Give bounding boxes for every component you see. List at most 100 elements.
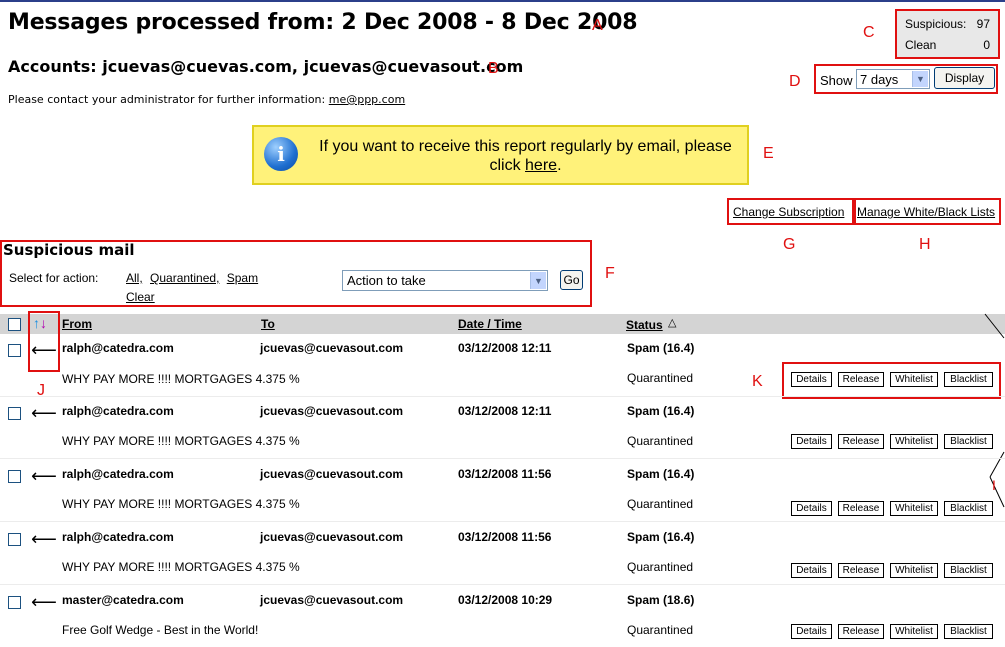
row-checkbox[interactable] [8,470,21,483]
row-datetime: 03/12/2008 11:56 [458,530,552,544]
display-button[interactable]: Display [934,67,995,89]
row-divider [0,458,1005,459]
go-button[interactable]: Go [560,270,583,290]
period-select[interactable]: 7 days ▼ [856,69,930,89]
row-divider [0,396,1005,397]
annotation-h: H [919,236,931,253]
annotation-f: F [605,265,615,282]
chevron-down-icon: ▼ [912,71,928,87]
blacklist-button[interactable]: Blacklist [944,434,993,449]
blacklist-button[interactable]: Blacklist [944,624,993,639]
action-select[interactable]: Action to take ▼ [342,270,548,291]
sort-ascending-icon: △ [668,317,677,329]
row-datetime: 03/12/2008 12:11 [458,341,552,355]
annotation-e: E [763,145,774,162]
release-button[interactable]: Release [838,624,884,639]
annotation-a: A [592,17,603,34]
row-status: Spam (16.4) [627,467,695,481]
whitelist-button[interactable]: Whitelist [890,624,938,639]
release-button[interactable]: Release [838,501,884,516]
row-status: Spam (18.6) [627,593,695,607]
annotation-g: G [783,236,796,253]
clean-count-row: Clean 0 [905,38,990,56]
row-from: ralph@catedra.com [62,530,174,544]
manage-lists-link[interactable]: Manage White/Black Lists [857,205,995,219]
subscription-info-box: i If you want to receive this report reg… [252,125,749,185]
row-checkbox[interactable] [8,533,21,546]
blacklist-button[interactable]: Blacklist [944,563,993,578]
top-border [0,0,1005,2]
release-button[interactable]: Release [838,434,884,449]
details-button[interactable]: Details [791,563,832,578]
row-divider [0,521,1005,522]
page-title: Messages processed from: 2 Dec 2008 - 8 … [8,10,638,35]
row-from: ralph@catedra.com [62,404,174,418]
column-header-status[interactable]: Status [626,318,663,332]
row-checkbox[interactable] [8,407,21,420]
annotation-d: D [789,73,801,90]
arrow-left-icon: ⟵ [31,592,57,613]
action-select-value: Action to take [347,273,426,288]
whitelist-button[interactable]: Whitelist [890,501,938,516]
select-spam-link[interactable]: Spam [227,271,258,285]
section-title: Suspicious mail [3,241,135,259]
row-subject: WHY PAY MORE !!!! MORTGAGES 4.375 % [62,372,300,386]
select-all-link[interactable]: All, [126,271,143,285]
row-state: Quarantined [627,434,694,448]
release-button[interactable]: Release [838,372,884,387]
column-header-from[interactable]: From [62,317,92,331]
contact-line: Please contact your administrator for fu… [8,93,405,106]
row-datetime: 03/12/2008 11:56 [458,467,552,481]
arrow-left-icon: ⟵ [31,466,57,487]
change-subscription-link[interactable]: Change Subscription [733,205,844,219]
details-button[interactable]: Details [791,624,832,639]
annotation-c: C [863,24,875,41]
arrow-left-icon: ⟵ [31,403,57,424]
clean-count-label: Clean [905,38,937,52]
row-status: Spam (16.4) [627,404,695,418]
whitelist-button[interactable]: Whitelist [890,434,938,449]
row-to: jcuevas@cuevasout.com [260,404,404,418]
row-datetime: 03/12/2008 12:11 [458,404,552,418]
period-select-value: 7 days [860,72,899,87]
whitelist-button[interactable]: Whitelist [890,563,938,578]
clear-selection-link[interactable]: Clear [126,290,155,304]
contact-email-link[interactable]: me@ppp.com [329,93,405,106]
row-from: master@catedra.com [62,593,184,607]
show-label: Show [820,73,853,88]
row-to: jcuevas@cuevasout.com [260,530,404,544]
details-button[interactable]: Details [791,434,832,449]
message-counts-panel: Suspicious: 97 Clean 0 [895,9,1000,59]
row-to: jcuevas@cuevasout.com [260,341,404,355]
release-button[interactable]: Release [838,563,884,578]
row-checkbox[interactable] [8,596,21,609]
blacklist-button[interactable]: Blacklist [944,501,993,516]
contact-text: Please contact your administrator for fu… [8,93,326,106]
suspicious-count-label: Suspicious: [905,17,967,31]
row-subject: Free Golf Wedge - Best in the World! [62,623,259,637]
info-here-link[interactable]: here [525,157,557,174]
row-state: Quarantined [627,560,694,574]
column-header-to[interactable]: To [261,317,275,331]
annotation-b: B [488,60,499,77]
suspicious-count-row: Suspicious: 97 [905,17,990,35]
blacklist-button[interactable]: Blacklist [944,372,993,387]
table-header: ↑↓ From To Date / Time Status △ [0,314,1005,334]
select-quarantined-link[interactable]: Quarantined, [150,271,219,285]
row-from: ralph@catedra.com [62,341,174,355]
annotation-j: J [37,382,45,399]
info-icon: i [264,137,298,171]
row-subject: WHY PAY MORE !!!! MORTGAGES 4.375 % [62,560,300,574]
whitelist-button[interactable]: Whitelist [890,372,938,387]
column-header-datetime[interactable]: Date / Time [458,317,522,331]
clean-count-value: 0 [983,38,990,52]
details-button[interactable]: Details [791,372,832,387]
select-all-checkbox[interactable] [8,318,21,331]
row-checkbox[interactable] [8,344,21,357]
row-to: jcuevas@cuevasout.com [260,467,404,481]
row-status: Spam (16.4) [627,530,695,544]
row-from: ralph@catedra.com [62,467,174,481]
annotation-i: I [992,477,996,493]
details-button[interactable]: Details [791,501,832,516]
row-state: Quarantined [627,497,694,511]
